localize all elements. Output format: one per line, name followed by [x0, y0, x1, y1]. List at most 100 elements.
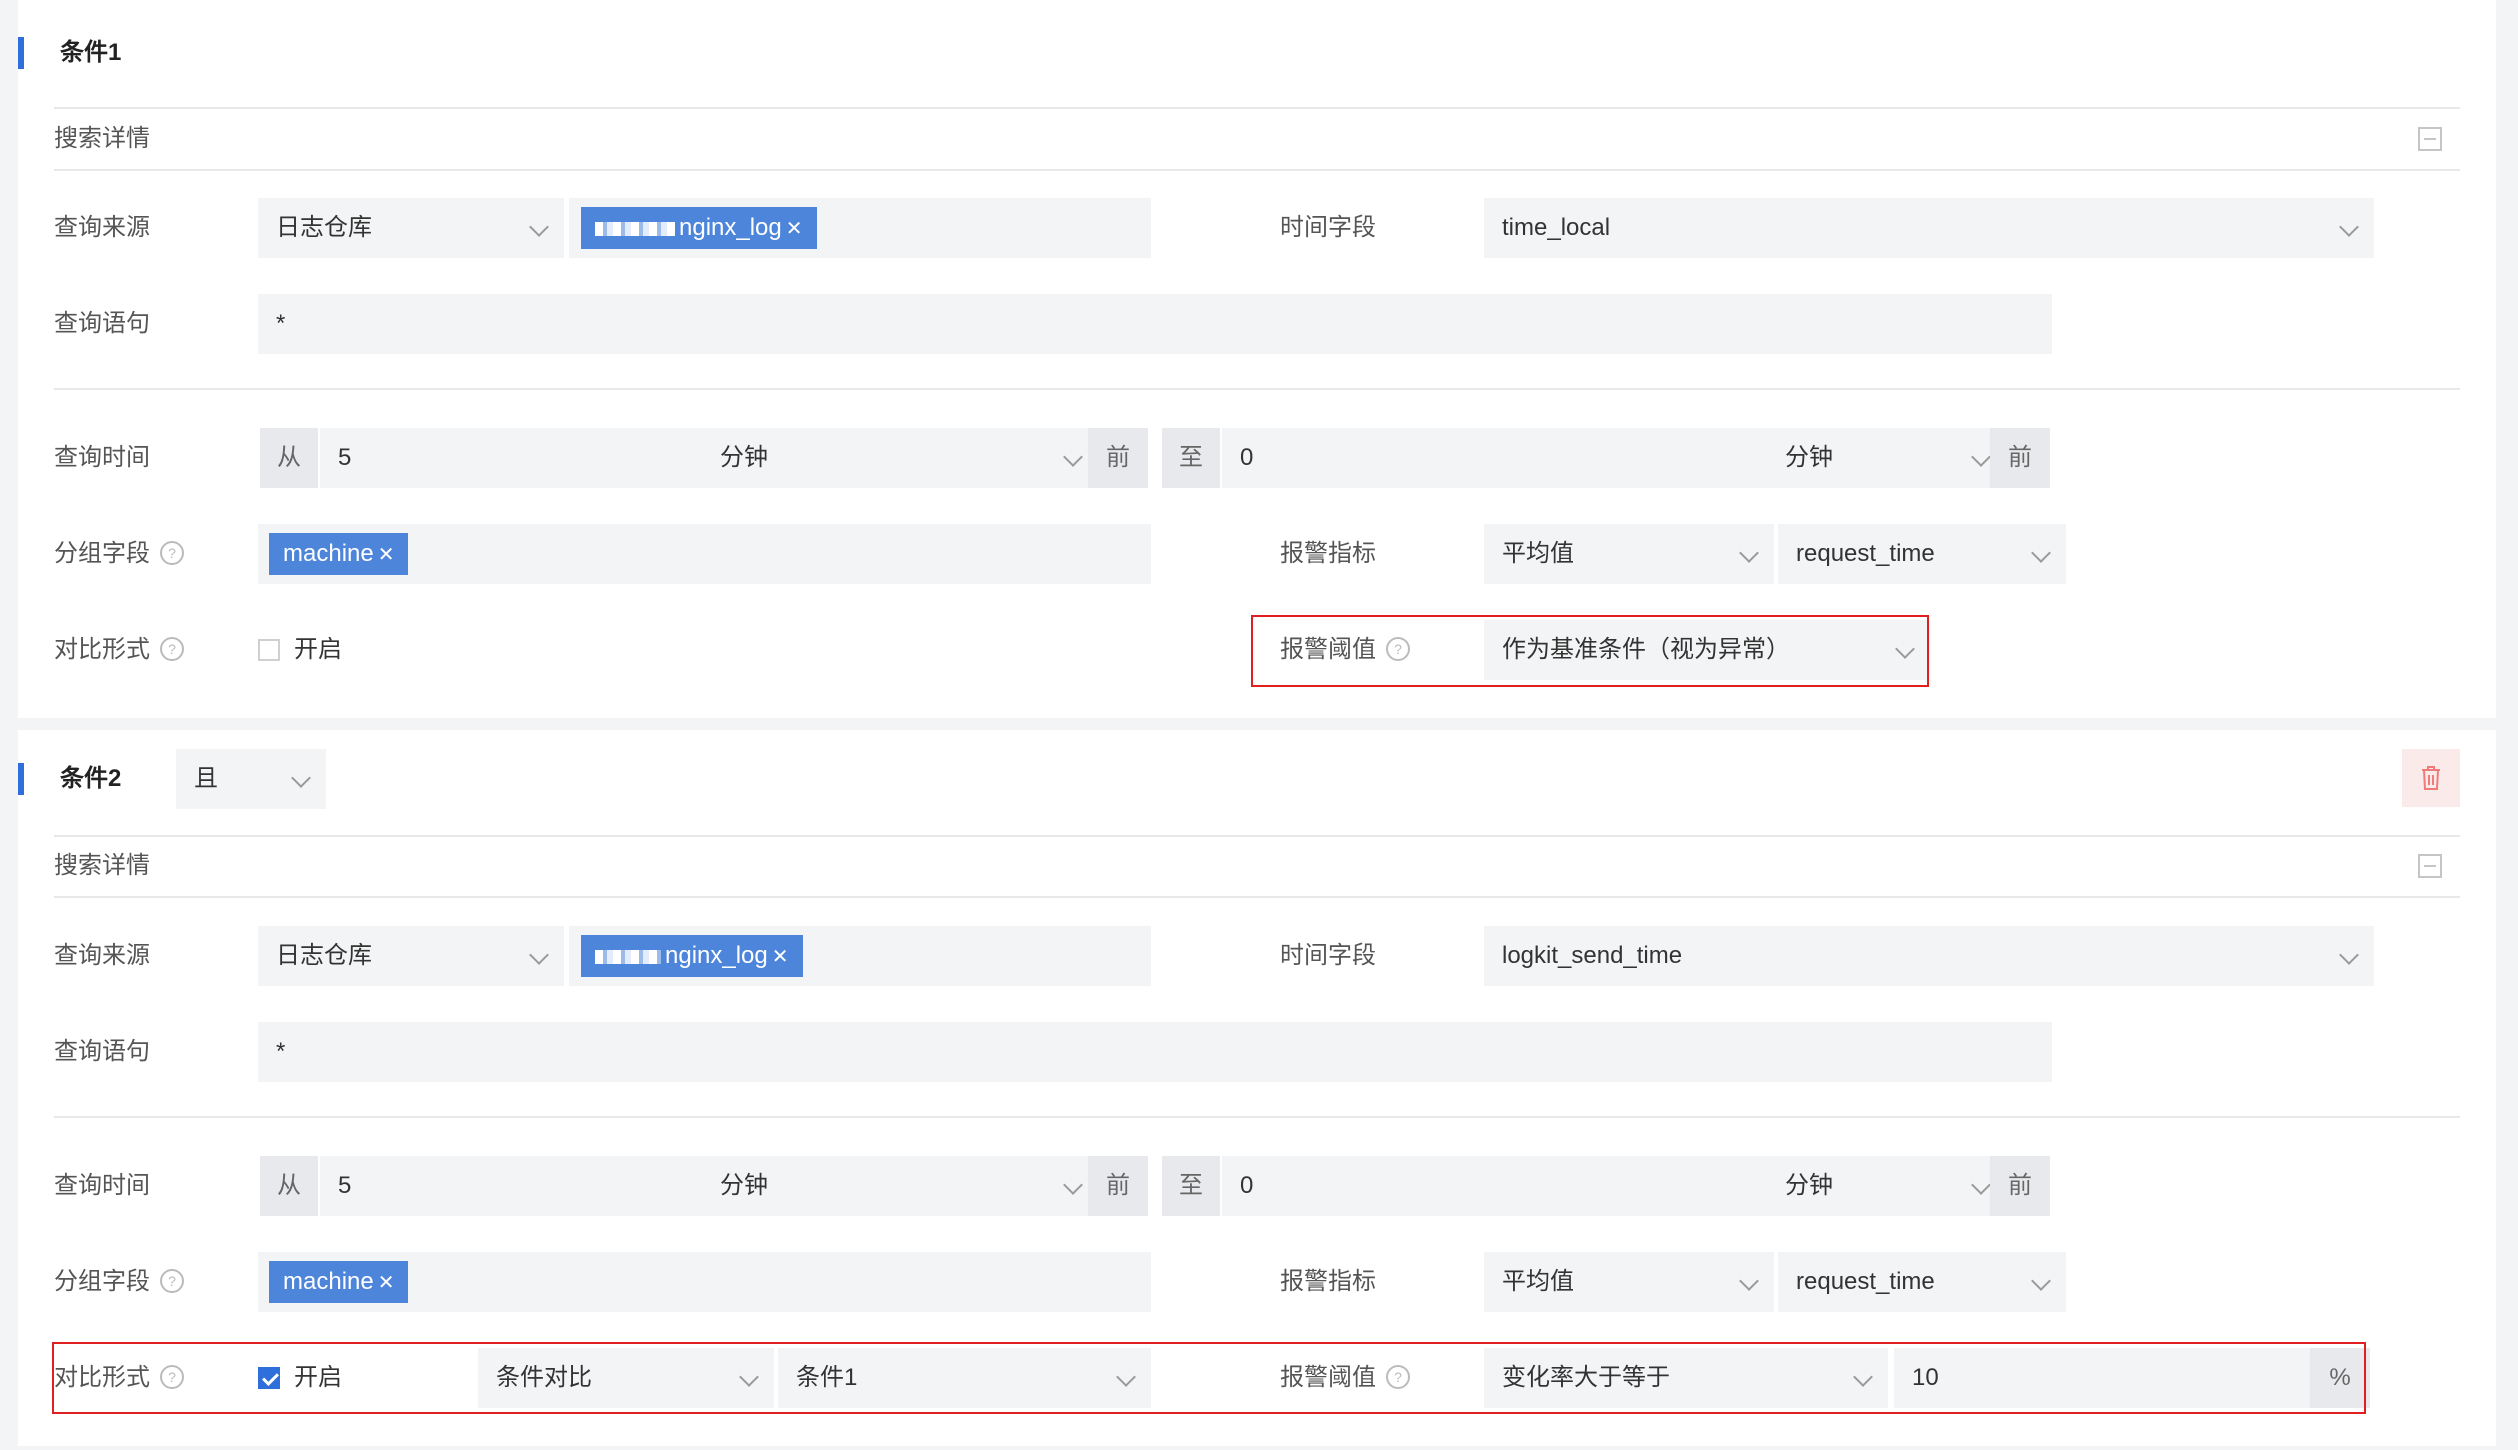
alert-metric-label: 报警指标 — [1280, 540, 1376, 567]
remove-tag-icon[interactable]: ✕ — [786, 218, 803, 240]
time-field-select[interactable]: time_local — [1484, 198, 2374, 258]
chevron-down-icon — [529, 217, 549, 237]
to-value-input[interactable]: 0 — [1222, 1156, 1612, 1216]
to-unit-value: 分钟 — [1785, 1172, 1833, 1199]
divider — [54, 169, 2460, 171]
chevron-down-icon — [1971, 447, 1991, 467]
group-field-label-text: 分组字段 — [54, 540, 150, 567]
redacted-mark — [595, 221, 675, 236]
chevron-down-icon — [1739, 543, 1759, 563]
chevron-down-icon — [2031, 1271, 2051, 1291]
alert-agg-select[interactable]: 平均值 — [1484, 524, 1774, 584]
time-field-label: 时间字段 — [1280, 942, 1376, 969]
to-value: 0 — [1240, 1172, 1254, 1199]
group-tag: machine ✕ — [269, 1261, 409, 1303]
query-label: 查询语句 — [54, 1038, 150, 1065]
divider — [54, 1116, 2460, 1118]
repo-tag: nginx_log ✕ — [581, 207, 817, 249]
query-value: * — [276, 1038, 286, 1065]
source-type-select[interactable]: 日志仓库 — [258, 926, 564, 986]
highlight-box — [1251, 615, 1929, 687]
source-type-select[interactable]: 日志仓库 — [258, 198, 564, 258]
to-unit-value: 分钟 — [1785, 444, 1833, 471]
repo-tag-label: nginx_log — [665, 942, 768, 969]
time-field-label: 时间字段 — [1280, 214, 1376, 241]
to-prefix: 至 — [1162, 1156, 1220, 1216]
chevron-down-icon — [1063, 447, 1083, 467]
section-label-search-details: 搜索详情 — [54, 125, 150, 152]
to-suffix: 前 — [1990, 1156, 2050, 1216]
alert-agg-value: 平均值 — [1502, 540, 1574, 567]
condition-accent-bar — [18, 37, 24, 69]
query-time-label: 查询时间 — [54, 444, 150, 471]
remove-tag-icon[interactable]: ✕ — [378, 1272, 395, 1294]
group-tag: machine ✕ — [269, 533, 409, 575]
from-value: 5 — [338, 444, 352, 471]
source-type-value: 日志仓库 — [276, 942, 372, 969]
alert-field-value: request_time — [1796, 1268, 1935, 1295]
group-field-label-text: 分组字段 — [54, 1268, 150, 1295]
compare-label: 对比形式? — [54, 620, 184, 680]
from-unit-value: 分钟 — [720, 1172, 768, 1199]
time-field-value: logkit_send_time — [1502, 942, 1683, 969]
from-suffix: 前 — [1088, 1156, 1148, 1216]
from-prefix: 从 — [260, 428, 318, 488]
group-field-label: 分组字段? — [54, 524, 184, 584]
logic-select[interactable]: 且 — [176, 749, 326, 809]
time-field-select[interactable]: logkit_send_time — [1484, 926, 2374, 986]
source-type-value: 日志仓库 — [276, 214, 372, 241]
divider — [54, 896, 2460, 898]
alert-field-select[interactable]: request_time — [1778, 524, 2066, 584]
collapse-icon[interactable] — [2418, 127, 2442, 151]
query-label: 查询语句 — [54, 310, 150, 337]
from-prefix: 从 — [260, 1156, 318, 1216]
query-time-label: 查询时间 — [54, 1172, 150, 1199]
logic-value: 且 — [194, 765, 218, 792]
help-circle-icon[interactable]: ? — [160, 540, 184, 565]
group-tag-label: machine — [283, 540, 374, 567]
collapse-icon[interactable] — [2418, 854, 2442, 878]
section-label-search-details: 搜索详情 — [54, 852, 150, 879]
alert-agg-value: 平均值 — [1502, 1268, 1574, 1295]
alert-field-select[interactable]: request_time — [1778, 1252, 2066, 1312]
alert-agg-select[interactable]: 平均值 — [1484, 1252, 1774, 1312]
chevron-down-icon — [291, 768, 311, 788]
chevron-down-icon — [1971, 1175, 1991, 1195]
condition-title: 条件2 — [60, 765, 122, 792]
from-unit-select[interactable]: 分钟 — [702, 428, 1098, 488]
from-value-input[interactable]: 5 — [320, 428, 716, 488]
chevron-down-icon — [2339, 217, 2359, 237]
chevron-down-icon — [2031, 543, 2051, 563]
to-prefix: 至 — [1162, 428, 1220, 488]
repo-tag: nginx_log ✕ — [581, 935, 803, 977]
from-unit-select[interactable]: 分钟 — [702, 1156, 1098, 1216]
remove-tag-icon[interactable]: ✕ — [772, 946, 789, 968]
source-label: 查询来源 — [54, 942, 150, 969]
trash-icon — [2422, 766, 2440, 790]
alert-field-value: request_time — [1796, 540, 1935, 567]
condition-card-1: 条件1 搜索详情 查询来源 日志仓库 nginx_log ✕ 时间字段 time_… — [18, 0, 2496, 718]
compare-enable-checkbox[interactable] — [258, 639, 280, 661]
chevron-down-icon — [1739, 1271, 1759, 1291]
to-unit-select[interactable]: 分钟 — [1612, 1156, 2006, 1216]
to-unit-select[interactable]: 分钟 — [1612, 428, 2006, 488]
help-circle-icon[interactable]: ? — [160, 636, 184, 661]
delete-condition-button[interactable] — [2402, 749, 2460, 807]
source-label: 查询来源 — [54, 214, 150, 241]
time-field-value: time_local — [1502, 214, 1611, 241]
from-value-input[interactable]: 5 — [320, 1156, 716, 1216]
from-unit-value: 分钟 — [720, 444, 768, 471]
query-input[interactable]: * — [258, 1022, 2052, 1082]
divider — [54, 388, 2460, 390]
query-input[interactable]: * — [258, 294, 2052, 354]
condition-card-2: 条件2 且 搜索详情 查询来源 日志仓库 nginx_log ✕ 时间字段 log… — [18, 730, 2496, 1446]
chevron-down-icon — [2339, 945, 2359, 965]
help-circle-icon[interactable]: ? — [160, 1268, 184, 1293]
compare-enable-label: 开启 — [294, 636, 342, 663]
chevron-down-icon — [529, 945, 549, 965]
remove-tag-icon[interactable]: ✕ — [378, 544, 395, 566]
alert-metric-label: 报警指标 — [1280, 1268, 1376, 1295]
condition-title: 条件1 — [60, 39, 122, 66]
from-suffix: 前 — [1088, 428, 1148, 488]
to-value-input[interactable]: 0 — [1222, 428, 1612, 488]
